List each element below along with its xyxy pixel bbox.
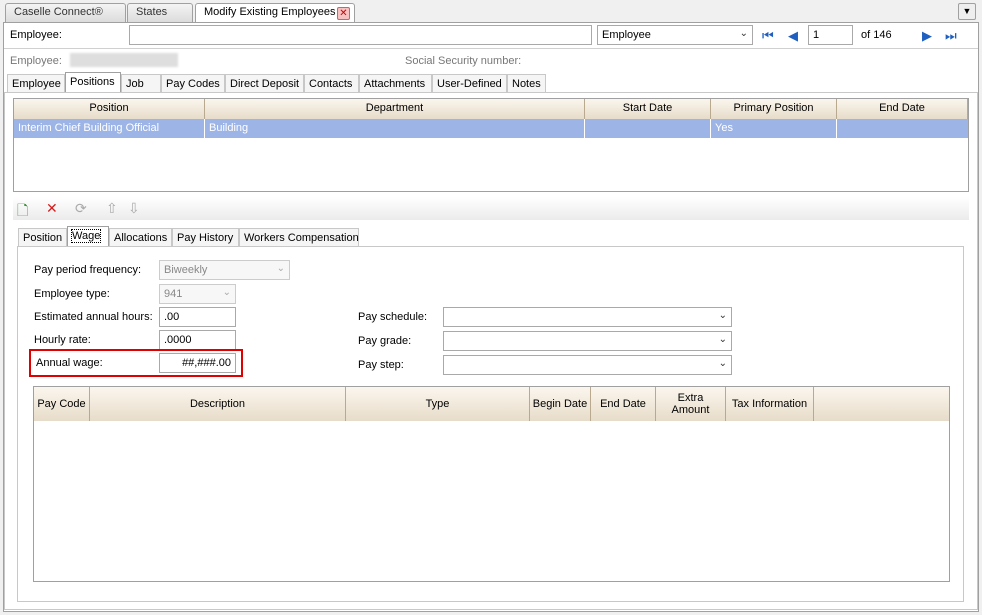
record-count: of 146 [861, 29, 892, 41]
column-header-type[interactable]: Type [346, 387, 530, 421]
column-header-filler [814, 387, 949, 421]
pay-step-label: Pay step: [358, 359, 404, 371]
tab-list-dropdown-button[interactable]: ▼ [958, 3, 976, 20]
column-header-primary-position[interactable]: Primary Position [711, 99, 837, 119]
pay-grade-label: Pay grade: [358, 335, 412, 347]
hourly-rate-input[interactable]: .0000 [159, 330, 236, 350]
delete-row-icon[interactable]: ✕ [46, 200, 58, 217]
pay-period-frequency-label: Pay period frequency: [34, 264, 142, 276]
cell-primary-position: Yes [711, 119, 837, 138]
cell-end-date [837, 119, 968, 138]
doc-tab-label: States [136, 6, 168, 18]
cell-department: Building [205, 119, 585, 138]
chevron-down-icon: ⌄ [739, 28, 748, 39]
column-header-end-date[interactable]: End Date [837, 99, 968, 119]
employee-type-select[interactable]: 941 ⌄ [159, 284, 236, 304]
chevron-down-icon: ⌄ [718, 358, 727, 369]
doc-tab-modify-employees[interactable]: Modify Existing Employees ✕ [195, 3, 355, 23]
column-header-start-date[interactable]: Start Date [585, 99, 711, 119]
refresh-icon[interactable]: ⟳ [75, 200, 87, 217]
last-record-icon[interactable]: ⏭ [945, 28, 957, 44]
tab-wage[interactable]: Wage [67, 226, 109, 247]
employee-type-label: Employee type: [34, 288, 110, 300]
employee-search-label: Employee: [10, 29, 62, 41]
tab-pay-history[interactable]: Pay History [172, 228, 239, 247]
doc-tab-label: Modify Existing Employees [204, 6, 336, 18]
tab-employee[interactable]: Employee [7, 74, 65, 93]
chevron-down-icon: ▼ [962, 6, 972, 16]
column-header-department[interactable]: Department [205, 99, 585, 119]
tab-allocations[interactable]: Allocations [109, 228, 172, 247]
positions-grid: Position Department Start Date Primary P… [13, 98, 969, 192]
tab-positions[interactable]: Positions [65, 72, 121, 93]
positions-toolbar [13, 197, 969, 220]
close-icon[interactable]: ✕ [337, 7, 350, 20]
cell-start-date [585, 119, 711, 138]
column-header-end-date[interactable]: End Date [591, 387, 656, 421]
employee-search-input[interactable] [129, 25, 592, 45]
column-header-extra-amount[interactable]: Extra Amount [656, 387, 726, 421]
tab-position[interactable]: Position [18, 228, 67, 247]
doc-tab-caselle-connect[interactable]: Caselle Connect® [5, 3, 126, 22]
pay-step-select[interactable]: ⌄ [443, 355, 732, 375]
pay-schedule-select[interactable]: ⌄ [443, 307, 732, 327]
cell-position: Interim Chief Building Official [14, 119, 205, 138]
column-header-position[interactable]: Position [14, 99, 205, 119]
estimated-hours-input[interactable]: .00 [159, 307, 236, 327]
tab-direct-deposit[interactable]: Direct Deposit [225, 74, 304, 93]
tab-pay-codes[interactable]: Pay Codes [161, 74, 225, 93]
chevron-down-icon: ⌄ [718, 310, 727, 321]
chevron-down-icon: ⌄ [718, 334, 727, 345]
column-header-begin-date[interactable]: Begin Date [530, 387, 591, 421]
column-header-description[interactable]: Description [90, 387, 346, 421]
move-down-icon[interactable]: ⇩ [128, 200, 140, 217]
divider [4, 48, 978, 49]
doc-tab-label: Caselle Connect® [14, 6, 103, 18]
column-header-pay-code[interactable]: Pay Code [34, 387, 90, 421]
record-number-input[interactable]: 1 [808, 25, 853, 45]
ssn-label: Social Security number: [405, 55, 522, 67]
tab-user-defined[interactable]: User-Defined [432, 74, 507, 93]
next-record-icon[interactable]: ▶ [922, 28, 932, 44]
tab-workers-compensation[interactable]: Workers Compensation [239, 228, 359, 247]
first-record-icon[interactable]: ⏮ [762, 28, 774, 44]
tab-notes[interactable]: Notes [507, 74, 546, 93]
pay-schedule-label: Pay schedule: [358, 311, 428, 323]
pay-grade-select[interactable]: ⌄ [443, 331, 732, 351]
add-row-icon[interactable]: 🗋 [17, 200, 28, 224]
column-header-tax-information[interactable]: Tax Information [726, 387, 814, 421]
previous-record-icon[interactable]: ◀ [788, 28, 798, 44]
estimated-hours-label: Estimated annual hours: [34, 311, 153, 323]
tab-job[interactable]: Job [121, 74, 161, 93]
search-type-value: Employee [602, 29, 651, 41]
employee-label: Employee: [10, 55, 62, 67]
chevron-down-icon: ⌄ [276, 263, 285, 274]
pay-period-frequency-select[interactable]: Biweekly ⌄ [159, 260, 290, 280]
chevron-down-icon: ⌄ [222, 287, 231, 298]
employee-name-redacted [70, 53, 178, 67]
hourly-rate-label: Hourly rate: [34, 334, 91, 346]
annual-wage-label: Annual wage: [36, 357, 103, 369]
annual-wage-input[interactable]: ##,###.00 [159, 353, 236, 373]
move-up-icon[interactable]: ⇧ [106, 200, 118, 217]
paycode-grid: Pay Code Description Type Begin Date End… [33, 386, 950, 582]
tab-attachments[interactable]: Attachments [359, 74, 432, 93]
doc-tab-states[interactable]: States [127, 3, 193, 22]
search-type-select[interactable]: Employee ⌄ [597, 25, 753, 45]
tab-contacts[interactable]: Contacts [304, 74, 359, 93]
